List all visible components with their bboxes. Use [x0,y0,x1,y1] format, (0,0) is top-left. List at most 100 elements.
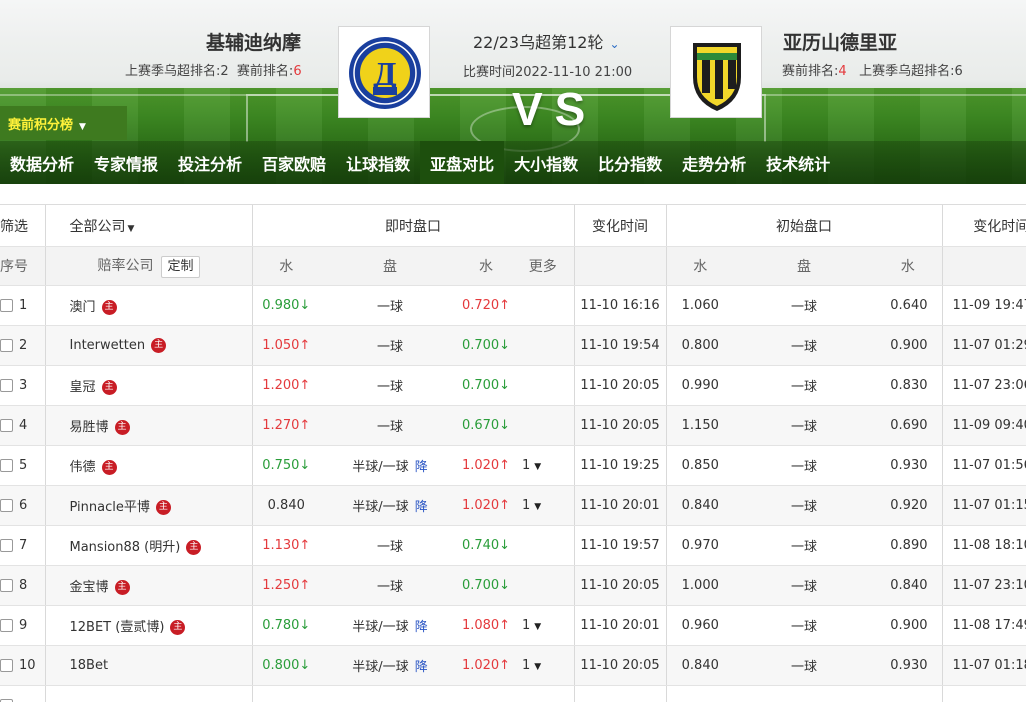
company-name[interactable]: 伟德 [70,460,96,475]
company-name[interactable]: 18Bet [70,658,109,673]
company-name[interactable]: 澳门 [70,300,96,315]
up-arrow-icon: ↑ [499,658,511,673]
company-cell: 18Bet [44,645,252,686]
row-checkbox[interactable] [0,419,13,432]
live-water-away[interactable]: 0.700↓ [460,325,512,366]
table-row[interactable]: 6 Pinnacle平博主 0.840 半球/一球降 1.020↑ 1 ▼ 11-10 20:… [0,485,1026,526]
filter-header[interactable]: 筛选 [0,204,45,247]
live-water-home[interactable]: 1.270↑ [251,405,320,446]
round-label: 22/23乌超第12轮 [473,33,604,52]
live-water-away[interactable]: 0.700↓ [460,365,512,406]
live-water-home[interactable]: 1.200↑ [251,365,320,406]
more-cell[interactable]: 1 ▼ [512,645,574,686]
row-checkbox[interactable] [0,299,13,312]
table-row[interactable]: 4 易胜博主 1.270↑ 一球 0.670↓ 11-10 20:05 1.150 一球 0.6… [0,405,1026,446]
live-water-away[interactable]: 1.080↑ [460,605,512,646]
home-team-logo[interactable]: Д [338,26,430,118]
company-name[interactable]: 12BET (壹贰博) [70,620,165,635]
cell [460,685,512,702]
nav-tab-2[interactable]: 投注分析 [168,141,252,184]
more-count: 1 [522,618,531,633]
live-water-home[interactable]: 0.780↓ [251,605,320,646]
table-row[interactable]: 9 12BET (壹贰博) 主 0.780↓ 半球/一球降 1.080↑ 1 ▼ 11-10 2… [0,605,1026,646]
row-index-cell: 9 [0,605,45,646]
live-water-away[interactable]: 1.020↑ [460,645,512,686]
nav-tab-1[interactable]: 专家情报 [84,141,168,184]
live-water-home[interactable]: 1.250↑ [251,565,320,606]
row-checkbox[interactable] [0,459,13,472]
live-water-away[interactable]: 0.720↑ [460,285,512,326]
table-row[interactable]: 10 18Bet 0.800↓ 半球/一球降 1.020↑ 1 ▼ 11-10 20:05 0.… [0,645,1026,686]
nav-tab-3[interactable]: 百家欧赔 [252,141,336,184]
table-row[interactable]: 8 金宝博主 1.250↑ 一球 0.700↓ 11-10 20:05 1.000 一球 0.8… [0,565,1026,606]
row-checkbox[interactable] [0,659,13,672]
live-handicap: 一球 [320,405,460,446]
row-checkbox[interactable] [0,619,13,632]
row-index: 9 [19,618,28,633]
live-water-home[interactable]: 0.800↓ [251,645,320,686]
handicap-value: 一球 [376,380,403,395]
handicap-drop-label: 降 [414,660,428,675]
all-companies-dropdown[interactable]: 全部公司 ▼ [44,204,252,247]
nav-tab-6[interactable]: 大小指数 [504,141,588,184]
change-time-header: 变化时间 [573,204,666,247]
row-checkbox[interactable] [0,579,13,592]
live-water-away[interactable]: 0.670↓ [460,405,512,446]
company-name[interactable]: Pinnacle平博 [70,500,150,515]
nav-tab-9[interactable]: 技术统计 [756,141,840,184]
nav-tab-4[interactable]: 让球指数 [336,141,420,184]
live-water-home[interactable]: 0.840 [251,485,320,526]
live-water-away[interactable]: 1.020↑ [460,445,512,486]
table-row[interactable]: 7 Mansion88 (明升) 主 1.130↑ 一球 0.740↓ 11-10 19:5… [0,525,1026,566]
match-round-selector[interactable]: 22/23乌超第12轮 ⌄ [473,29,620,53]
nav-tab-8[interactable]: 走势分析 [672,141,756,184]
odds-value: 1.050 [262,338,300,353]
dropdown-triangle-icon: ▼ [534,462,542,472]
live-water-home[interactable]: 0.980↓ [251,285,320,326]
live-water-home[interactable]: 0.750↓ [251,445,320,486]
nav-tab-7[interactable]: 比分指数 [588,141,672,184]
table-row[interactable]: 5 伟德主 0.750↓ 半球/一球降 1.020↑ 1 ▼ 11-10 19:25 0.850… [0,445,1026,486]
live-water-away[interactable]: 1.020↑ [460,485,512,526]
live-water-home[interactable]: 1.130↑ [251,525,320,566]
up-arrow-icon: ↑ [499,298,511,313]
nav-tab-0[interactable]: 数据分析 [0,141,84,184]
down-arrow-icon: ↓ [499,418,511,433]
company-name[interactable]: Interwetten [70,338,146,353]
company-name[interactable]: 易胜博 [70,420,109,435]
home-team-name[interactable]: 基辅迪纳摩 [206,28,301,55]
table-row[interactable]: 2 Interwetten 主 1.050↑ 一球 0.700↓ 11-10 19:54 0.… [0,325,1026,366]
table-row[interactable] [0,685,1026,702]
live-water-away[interactable]: 0.700↓ [460,565,512,606]
pre-match-standings-dropdown[interactable]: 赛前积分榜 ▼ [0,106,127,140]
down-arrow-icon: ↓ [299,618,311,633]
more-cell[interactable]: 1 ▼ [512,605,574,646]
row-checkbox[interactable] [0,539,13,552]
initial-water-home: 0.800 [665,325,734,366]
vs-label: VS [512,83,598,135]
standings-label: 赛前积分榜 [8,118,74,133]
initial-water-home: 1.150 [665,405,734,446]
row-checkbox[interactable] [0,499,13,512]
table-row[interactable]: 3 皇冠主 1.200↑ 一球 0.700↓ 11-10 20:05 0.990 一球 0.83… [0,365,1026,406]
row-index-cell [0,685,45,702]
more-cell[interactable]: 1 ▼ [512,485,574,526]
live-water-home[interactable]: 1.050↑ [251,325,320,366]
company-name[interactable]: Mansion88 (明升) [70,540,181,555]
away-team-logo[interactable] [670,26,762,118]
water-header-1: 水 [251,246,320,286]
initial-water-away: 0.930 [874,645,942,686]
row-checkbox[interactable] [0,379,13,392]
table-row[interactable]: 1 澳门主 0.980↓ 一球 0.720↑ 11-10 16:16 1.060 一球 0.64… [0,285,1026,326]
row-checkbox[interactable] [0,339,13,352]
nav-tab-5[interactable]: 亚盘对比 [420,141,505,184]
company-name[interactable]: 金宝博 [70,580,109,595]
company-name[interactable]: 皇冠 [70,380,96,395]
custom-button[interactable]: 定制 [161,255,200,278]
live-water-away[interactable]: 0.740↓ [460,525,512,566]
down-arrow-icon: ↓ [499,378,511,393]
away-team-name[interactable]: 亚历山德里亚 [783,28,897,55]
initial-water-away: 0.900 [874,325,942,366]
initial-water-home: 1.060 [665,285,734,326]
more-cell[interactable]: 1 ▼ [512,445,574,486]
